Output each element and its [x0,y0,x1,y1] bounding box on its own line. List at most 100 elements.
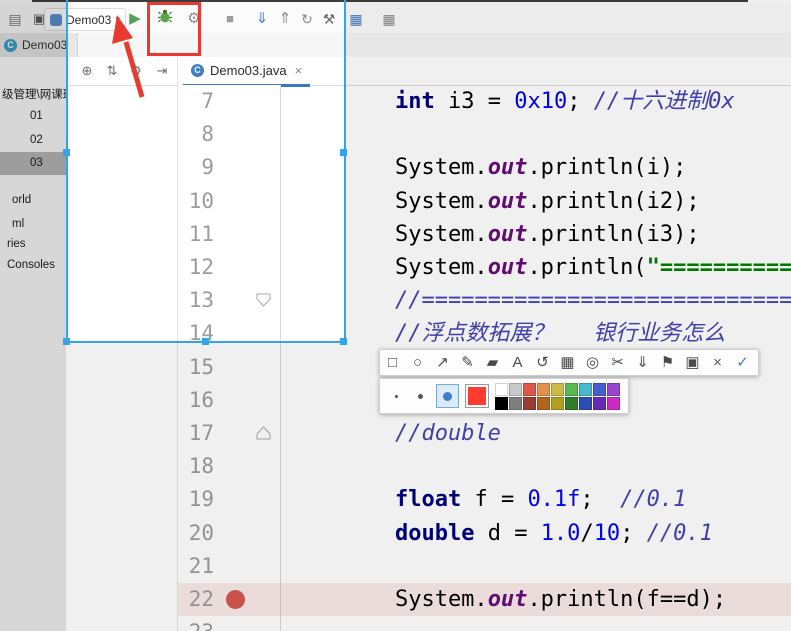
build-icon[interactable]: ⚒ [318,8,340,30]
project-structure-icon[interactable]: ▣ [28,8,50,30]
chevron-down-icon: ▾ [115,14,120,24]
line-number: 14 [188,321,214,346]
code-line-7: 7 int i3 = 0x10; //十六进制0x [0,85,791,118]
undo-icon[interactable]: ↺ [530,350,555,375]
code-text: int i3 = 0x10; //十六进制0x [394,89,735,114]
line-number: 10 [188,188,214,213]
fold-marker-icon[interactable] [256,426,271,445]
pencil-tool-icon[interactable]: ✎ [455,350,480,375]
code-line-21: 21 [0,550,791,583]
palette-color-swatch[interactable] [537,396,550,410]
confirm-icon[interactable]: ✓ [730,350,755,375]
selection-handle-bottom[interactable] [202,338,209,345]
stroke-size-large[interactable] [435,384,460,408]
save-icon[interactable]: ⇓ [630,350,655,375]
palette-color-swatch[interactable] [607,382,620,396]
vcs-commit-icon[interactable]: ⇑ [274,8,296,30]
text-tool-icon[interactable]: A [505,350,530,375]
line-number: 22 [188,587,214,611]
code-line-8: 8 [0,118,791,151]
code-line-13: 13 //============================== [0,284,791,317]
fold-marker-icon[interactable] [256,293,271,312]
cancel-icon[interactable]: × [705,350,730,375]
palette-color-swatch[interactable] [495,396,508,410]
arrow-tool-icon[interactable]: ↗ [430,350,455,375]
palette-color-swatch[interactable] [565,396,578,410]
code-line-11: 11 System.out.println(i3); [0,218,791,251]
code-line-22: 22 System.out.println(f==d); [0,583,791,617]
code-text: //============================== [394,288,791,314]
class-icon: C [191,64,204,77]
copy-icon[interactable]: ▣ [680,350,705,375]
stroke-size-medium[interactable] [412,387,430,405]
line-number: 11 [188,221,214,246]
stroke-size-small[interactable] [388,387,406,405]
code-line-14: 14 //浮点数拓展？ 银行业务怎么 [0,317,791,350]
collapse-all-icon[interactable]: ⇅ [103,62,121,80]
terminal-icon[interactable]: ▤ [4,8,26,30]
palette-color-swatch[interactable] [523,382,536,396]
palette-color-swatch[interactable] [593,382,606,396]
locate-icon[interactable]: ⊕ [78,62,96,80]
line-number: 15 [188,354,214,379]
code-line-12: 12 System.out.println("=================… [0,251,791,284]
palette-color-swatch[interactable] [509,396,522,410]
code-text: System.out.println("====================… [289,255,791,280]
palette-color-swatch[interactable] [551,396,564,410]
code-line-17: 17 //double [0,417,791,450]
palette-color-swatch[interactable] [579,382,592,396]
palette-color-swatch[interactable] [537,382,550,396]
code-text: //double [394,421,501,446]
marker-tool-icon[interactable]: ▰ [480,350,505,375]
annotation-rectangle [147,2,201,56]
palette-color-swatch[interactable] [593,396,606,410]
line-number: 16 [188,387,214,412]
editor-tab-label: Demo03.java [210,63,287,78]
rect-tool-icon[interactable]: □ [380,350,405,375]
selection-handle-bottom-left[interactable] [63,338,70,345]
history-icon[interactable]: ↻ [296,8,318,30]
run-configuration-dropdown[interactable]: Demo03 ▾ [44,8,126,31]
palette-color-swatch[interactable] [607,396,620,410]
palette-color-swatch[interactable] [579,396,592,410]
ellipse-tool-icon[interactable]: ○ [405,350,430,375]
crop-icon[interactable]: ✂ [605,350,630,375]
selection-border-left [66,0,68,343]
editor-tab-demo03[interactable]: C Demo03.java × [183,57,311,87]
palette-color-swatch[interactable] [509,382,522,396]
line-number: 21 [188,553,214,578]
code-line-9: 9 System.out.println(i); [0,151,791,184]
run-config-icon [50,13,62,26]
tool-window-tab-strip: C Demo03 [0,33,791,58]
selection-border-right [344,0,346,343]
ide-screenshot: Demo03 ▾ ▤ ▣ ▶ ⚙ ■ ⇓ ⇑ ↻ ⚒ ▦ ▦ C Demo03 C Demo03.j… [0,0,791,631]
settings-gear-icon[interactable]: ⚙ [127,62,145,80]
mosaic-tool-icon[interactable]: ▦ [555,350,580,375]
structure-grid-icon[interactable]: ▦ [378,8,400,30]
code-line-18: 18 [0,450,791,483]
selection-handle-left[interactable] [63,149,70,156]
vcs-update-icon[interactable]: ⇓ [251,8,273,30]
services-grid-icon[interactable]: ▦ [345,8,367,30]
palette-color-swatch[interactable] [551,382,564,396]
close-icon[interactable]: × [295,63,303,78]
run-tab-label: Demo03 [22,38,68,52]
breakpoint-icon[interactable] [226,590,245,609]
hide-panel-icon[interactable]: ⇥ [153,62,171,80]
pin-icon[interactable]: ⚑ [655,350,680,375]
stop-icon[interactable]: ■ [219,8,241,30]
line-number: 17 [188,421,214,445]
run-icon[interactable]: ▶ [124,8,146,30]
line-number: 8 [201,122,214,147]
main-toolbar: Demo03 ▾ ▤ ▣ ▶ ⚙ ■ ⇓ ⇑ ↻ ⚒ ▦ ▦ [0,2,791,34]
palette-color-swatch[interactable] [523,396,536,410]
line-number: 18 [188,454,214,479]
selection-handle-right[interactable] [340,149,347,156]
line-number: 9 [201,155,214,180]
palette-color-swatch[interactable] [565,382,578,396]
magnifier-icon[interactable]: ◎ [580,350,605,375]
selection-handle-bottom-right[interactable] [340,338,347,345]
editor-tab-bar: C Demo03.java × ⊕ ⇅ ⚙ ⇥ [0,57,791,87]
run-config-label: Demo03 [66,12,112,27]
palette-color-swatch[interactable] [495,382,508,396]
